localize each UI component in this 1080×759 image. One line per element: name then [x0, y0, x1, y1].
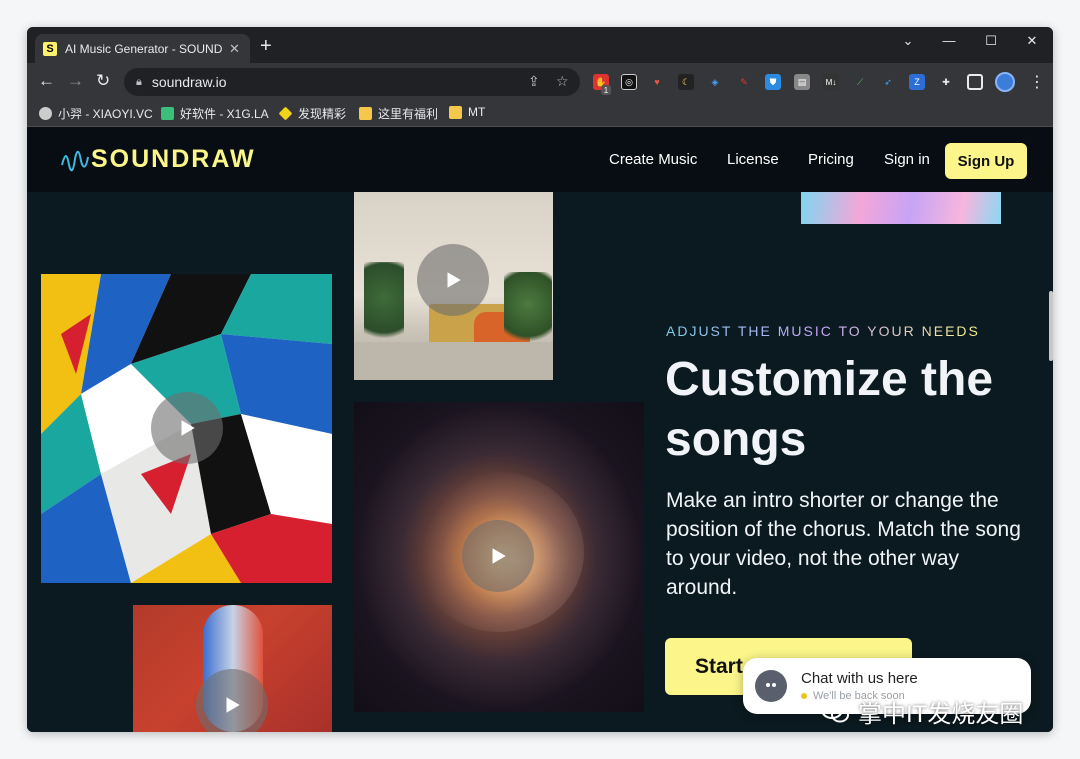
cosmic-swirl-video-thumbnail[interactable] — [354, 402, 644, 712]
nav-license[interactable]: License — [727, 151, 779, 168]
play-icon — [447, 272, 461, 288]
browser-window: S AI Music Generator - SOUNDRAW ✕ + ⌄ — … — [27, 27, 1053, 732]
nav-sign-in[interactable]: Sign in — [884, 151, 930, 168]
soundraw-logo[interactable]: SOUNDRAW — [61, 145, 256, 174]
hero-eyebrow: ADJUST THE MUSIC TO YOUR NEEDS — [666, 323, 980, 339]
bookmark-label: 发现精彩 — [298, 107, 347, 121]
extensions-puzzle-icon[interactable]: ✚ — [938, 74, 954, 90]
tab-close-icon[interactable]: ✕ — [229, 41, 240, 57]
browser-toolbar: ← → ↻ 🔒︎ soundraw.io ⇪ ☆ ✋ 1 ◎ ♥ ☾ ◈ ✎ ⛊… — [27, 63, 1053, 101]
bookmark-label: 这里有福利 — [378, 107, 439, 121]
tab-strip: S AI Music Generator - SOUNDRAW ✕ + ⌄ — … — [27, 27, 1053, 63]
browser-tab[interactable]: S AI Music Generator - SOUNDRAW ✕ — [35, 34, 250, 63]
tab-search-chevron-icon[interactable]: ⌄ — [888, 33, 928, 49]
logo-text: SOUNDRAW — [91, 145, 256, 173]
bookmark-folder-mt[interactable]: MT — [449, 105, 485, 119]
watermark-text: 掌中IT发烧友圈 — [858, 701, 1024, 728]
new-tab-icon[interactable]: + — [260, 36, 272, 56]
play-icon — [181, 420, 195, 436]
back-arrow-icon[interactable]: ← — [38, 71, 55, 91]
bookmark-discover[interactable]: 发现精彩 — [278, 105, 347, 122]
url-text: soundraw.io — [151, 74, 227, 90]
soundwave-logo-icon — [61, 150, 89, 171]
chat-title: Chat with us here — [801, 670, 918, 687]
pastel-paint-image[interactable] — [801, 192, 1001, 224]
lock-icon: 🔒︎ — [136, 75, 142, 88]
soundraw-page: SOUNDRAW Create Music License Pricing Si… — [27, 128, 1053, 732]
maximize-icon[interactable]: ☐ — [971, 33, 1011, 49]
soundraw-favicon-icon: S — [43, 41, 57, 56]
bookmark-label: MT — [468, 105, 486, 119]
extension-shield-icon[interactable]: ⛊ — [765, 74, 781, 90]
wechat-logo-icon — [821, 700, 849, 722]
page-scrollbar[interactable] — [1049, 291, 1053, 361]
extension-moon-icon[interactable]: ☾ — [678, 74, 694, 90]
play-button[interactable] — [196, 669, 268, 732]
window-close-icon[interactable]: ✕ — [1012, 33, 1052, 49]
abstract-mural-video-thumbnail[interactable] — [41, 274, 332, 583]
extension-wand-icon[interactable]: ⟋ — [852, 74, 868, 90]
app-icon — [161, 107, 174, 120]
play-icon — [226, 697, 240, 713]
forward-arrow-icon[interactable]: → — [67, 71, 84, 91]
folder-icon — [449, 105, 462, 119]
chat-bot-icon — [755, 670, 787, 702]
avatar-icon — [39, 107, 52, 120]
bookmark-star-icon[interactable]: ☆ — [556, 73, 569, 90]
hero-headline: Customize the songs — [665, 353, 994, 466]
extension-layers-icon[interactable]: ◈ — [707, 74, 723, 90]
reload-icon[interactable]: ↻ — [96, 71, 110, 91]
bookmark-label: 小羿 - XIAOYI.VC — [58, 107, 153, 121]
hand-art-video-thumbnail[interactable] — [133, 605, 332, 732]
play-button[interactable] — [462, 520, 534, 592]
site-navbar: SOUNDRAW Create Music License Pricing Si… — [27, 128, 1053, 192]
play-button[interactable] — [417, 244, 489, 316]
extension-glasses-icon[interactable]: ◎ — [621, 74, 637, 90]
nav-create-music[interactable]: Create Music — [609, 151, 697, 168]
side-panel-icon[interactable] — [967, 74, 983, 90]
away-status-icon — [801, 693, 807, 699]
tab-title: AI Music Generator - SOUNDRAW — [65, 41, 223, 56]
bookmark-xiaoyi[interactable]: 小羿 - XIAOYI.VC — [39, 105, 153, 122]
folder-icon — [359, 107, 372, 120]
play-button[interactable] — [151, 392, 223, 464]
minimize-icon[interactable]: — — [929, 33, 969, 48]
extension-news-icon[interactable]: ▤ — [794, 74, 810, 90]
extension-z-icon[interactable]: Z — [909, 74, 925, 90]
browser-menu-icon[interactable]: ⋮ — [1029, 72, 1045, 92]
profile-avatar[interactable] — [995, 72, 1015, 92]
address-bar[interactable]: 🔒︎ soundraw.io ⇪ ☆ — [124, 68, 580, 96]
share-icon[interactable]: ⇪ — [528, 73, 540, 90]
extension-badge: 1 — [601, 85, 611, 95]
bookmark-label: 好软件 - X1G.LA — [180, 107, 269, 121]
play-icon — [492, 548, 506, 564]
extension-bird-icon[interactable]: ➶ — [880, 74, 896, 90]
bookmark-folder-welfare[interactable]: 这里有福利 — [359, 105, 438, 122]
bookmarks-bar: 小羿 - XIAOYI.VC 好软件 - X1G.LA 发现精彩 这里有福利 M… — [27, 101, 1053, 127]
nav-pricing[interactable]: Pricing — [808, 151, 854, 168]
extension-heart-icon[interactable]: ♥ — [649, 74, 665, 90]
discover-icon — [278, 106, 293, 121]
hero-description: Make an intro shorter or change the posi… — [666, 489, 1021, 599]
wechat-watermark: 掌中IT发烧友圈 — [820, 694, 1023, 729]
extension-markdown-icon[interactable]: M↓ — [823, 74, 839, 90]
bookmark-x1g[interactable]: 好软件 - X1G.LA — [161, 105, 269, 122]
start-button-label: Start — [695, 654, 743, 678]
sign-up-button[interactable]: Sign Up — [945, 143, 1027, 179]
living-room-video-thumbnail[interactable] — [354, 192, 553, 380]
extension-pin-icon[interactable]: ✎ — [736, 74, 752, 90]
